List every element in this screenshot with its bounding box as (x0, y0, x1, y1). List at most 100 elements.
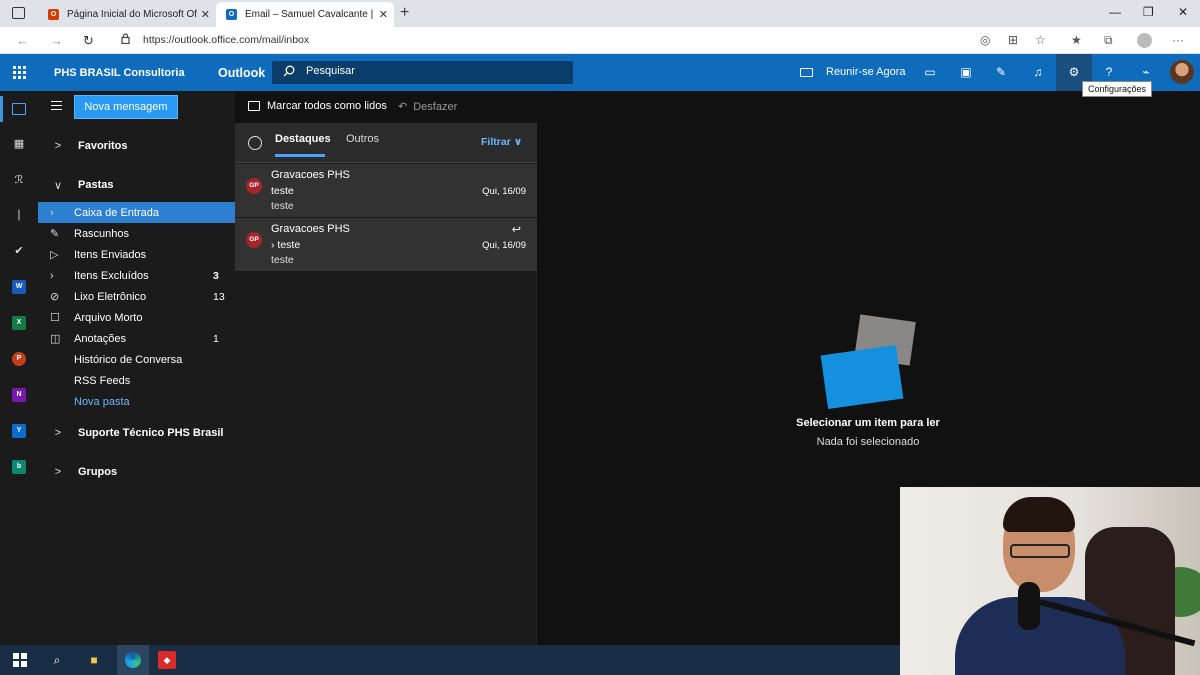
attachment-icon[interactable]: ❘ (12, 208, 26, 222)
user-avatar[interactable] (1170, 60, 1194, 84)
webcam-microphone (1018, 582, 1040, 630)
feedback-icon[interactable]: ⌁ (1138, 65, 1154, 81)
tab-actions-icon[interactable] (12, 7, 25, 19)
new-tab-button[interactable]: + (400, 4, 409, 22)
browser-profile-icon[interactable] (1137, 33, 1152, 48)
filter-button[interactable]: Filtrar ∨ (481, 136, 522, 148)
folders-header[interactable]: ∨ Pastas (38, 174, 235, 196)
message-list-tabs: Destaques Outros Filtrar ∨ (235, 123, 537, 163)
app-launcher-icon[interactable] (13, 66, 26, 79)
read-aloud-icon[interactable]: ◎ (980, 33, 990, 47)
word-icon[interactable]: W (12, 280, 26, 294)
mark-all-read-button[interactable]: Marcar todos como lidos (248, 100, 387, 112)
calendar-icon[interactable]: ▦ (12, 137, 26, 151)
lock-icon[interactable] (121, 33, 130, 44)
folder-drafts[interactable]: ✎ Rascunhos (38, 223, 235, 244)
folder-archive[interactable]: ☐ Arquivo Morto (38, 307, 235, 328)
webcam-body (955, 597, 1125, 675)
todo-icon[interactable]: ✎ (993, 65, 1009, 81)
chevron-right-icon[interactable]: › (271, 239, 275, 251)
close-icon[interactable]: ✕ (379, 8, 388, 21)
todo-check-icon[interactable]: ✔ (12, 244, 26, 258)
webcam-glasses (1010, 544, 1070, 558)
tab-focused-underline (275, 154, 325, 157)
tab-focused[interactable]: Destaques (275, 133, 331, 145)
office-apps-icon[interactable]: ▣ (958, 65, 974, 81)
teams-chat-icon[interactable]: ▭ (922, 65, 938, 81)
folder-inbox[interactable]: › Caixa de Entrada (38, 202, 235, 223)
new-message-button[interactable]: Nova mensagem (74, 95, 178, 119)
message-date: Qui, 16/09 (482, 240, 526, 251)
folder-junk[interactable]: ⊘ Lixo Eletrônico 13 (38, 286, 235, 307)
browser-tab-outlook[interactable]: O Email – Samuel Cavalcante | PHS ✕ (216, 2, 394, 27)
search-input[interactable] (306, 65, 556, 77)
select-all-icon[interactable] (248, 136, 262, 150)
help-icon[interactable]: ? (1101, 65, 1117, 81)
close-icon[interactable]: ✕ (201, 8, 210, 21)
list-item[interactable]: GP Gravacoes PHS teste teste Qui, 16/09 (235, 164, 537, 218)
message-subject: › teste (271, 239, 300, 251)
window-close-icon[interactable]: ✕ (1178, 5, 1188, 19)
search-icon[interactable]: ⌕ (47, 650, 67, 670)
edge-icon[interactable] (117, 645, 149, 675)
meet-now-button[interactable]: Reunir-se Agora (800, 66, 906, 78)
apps-icon[interactable]: ⊞ (1008, 33, 1018, 47)
meet-now-label: Reunir-se Agora (826, 66, 906, 78)
excel-icon[interactable]: X (12, 316, 26, 330)
chevron-right-icon: > (54, 466, 62, 478)
message-preview: teste (271, 200, 294, 212)
folder-sent[interactable]: ▷ Itens Enviados (38, 244, 235, 265)
folder-rss[interactable]: RSS Feeds (38, 370, 235, 391)
tab-label: Página Inicial do Microsoft Office (67, 9, 197, 20)
folder-count: 3 (213, 269, 219, 282)
folder-conversation-history[interactable]: Histórico de Conversa (38, 349, 235, 370)
undo-button[interactable]: ↶ Desfazer (398, 100, 458, 114)
yammer-icon[interactable]: Y (12, 424, 26, 438)
forward-icon[interactable]: → (50, 33, 63, 48)
support-group-header[interactable]: > Suporte Técnico PHS Brasil (38, 422, 235, 444)
folder-label: Nova pasta (74, 395, 130, 408)
search-box[interactable] (272, 61, 573, 84)
message-subject: teste (271, 185, 294, 197)
outlook-icon: O (226, 9, 237, 20)
chevron-down-icon: ∨ (53, 179, 63, 192)
folder-label: Arquivo Morto (74, 311, 143, 324)
people-icon[interactable]: ℛ (12, 173, 26, 187)
onenote-icon[interactable]: N (12, 388, 26, 402)
more-icon[interactable]: ··· (1172, 33, 1184, 47)
mail-icon[interactable] (12, 103, 26, 115)
url-field[interactable]: https://outlook.office.com/mail/inbox (143, 34, 309, 46)
recorder-icon[interactable]: ◆ (158, 651, 176, 669)
browser-tab-office[interactable]: O Página Inicial do Microsoft Office ✕ (38, 2, 216, 27)
app-name[interactable]: Outlook (218, 66, 265, 80)
edge-logo (125, 652, 141, 668)
hamburger-menu-icon[interactable] (51, 101, 62, 110)
favorite-add-icon[interactable]: ☆ (1035, 33, 1046, 47)
list-item[interactable]: GP Gravacoes PHS › teste teste ↩ Qui, 16… (235, 218, 537, 272)
new-folder-link[interactable]: Nova pasta (38, 391, 235, 412)
settings-tooltip: Configurações (1082, 81, 1153, 97)
groups-header[interactable]: > Grupos (38, 461, 235, 483)
gear-icon: ⚙ (1068, 65, 1080, 79)
reading-pane-subtitle: Nada foi selecionado (816, 436, 920, 448)
tab-other[interactable]: Outros (346, 133, 379, 145)
collections-icon[interactable]: ⧉ (1104, 33, 1113, 48)
filter-label: Filtrar (481, 136, 511, 148)
restore-icon[interactable]: ❐ (1143, 5, 1154, 19)
undo-label: Desfazer (413, 100, 458, 113)
bell-icon[interactable]: ♫ (1030, 65, 1046, 81)
minimize-icon[interactable]: — (1109, 5, 1121, 19)
folder-label: Itens Enviados (74, 248, 147, 261)
refresh-icon[interactable]: ↻ (83, 33, 94, 49)
windows-start-icon[interactable] (10, 650, 30, 670)
file-explorer-icon[interactable]: ■ (84, 650, 104, 670)
message-subject-text: teste (277, 239, 301, 251)
bookings-icon[interactable]: b (12, 460, 26, 474)
favorites-header[interactable]: > Favoritos (38, 135, 235, 157)
folder-deleted[interactable]: › Itens Excluídos 3 (38, 265, 235, 286)
org-name[interactable]: PHS BRASIL Consultoria (54, 67, 185, 79)
powerpoint-icon[interactable]: P (12, 352, 26, 366)
favorites-icon[interactable]: ★ (1071, 33, 1082, 47)
folder-notes[interactable]: ◫ Anotações 1 (38, 328, 235, 349)
back-icon[interactable]: ← (16, 33, 29, 48)
